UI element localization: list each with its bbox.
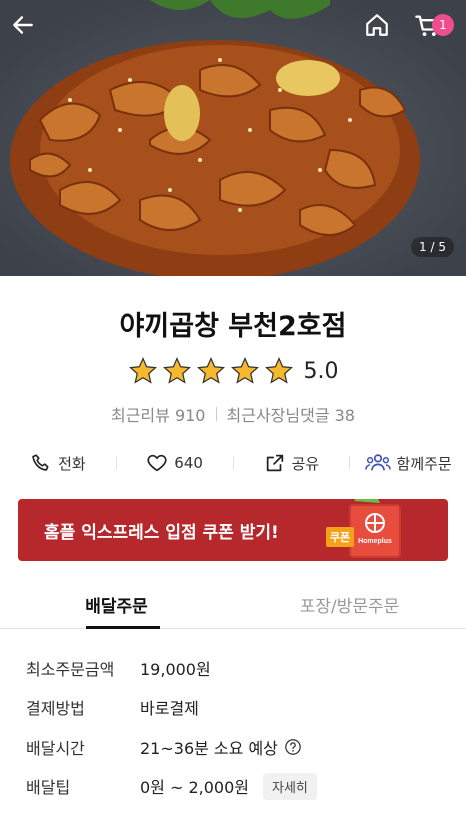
tab-delivery-order[interactable]: 배달주문: [0, 584, 233, 629]
star-icon: [128, 356, 157, 384]
star-icon: [264, 356, 293, 384]
tip-detail-button[interactable]: 자세히: [263, 772, 317, 800]
call-label: 전화: [58, 454, 86, 473]
banner-text: 홈플 익스프레스 입점 쿠폰 받기!: [44, 522, 279, 543]
delivery-time-value: 21~36분 소요 예상: [140, 738, 278, 758]
action-bar: 전화 640 공유 함께주문: [0, 446, 466, 480]
coupon-bag-illustration: Homeplus 쿠폰: [326, 499, 401, 558]
recent-review-count[interactable]: 최근리뷰 910: [111, 402, 206, 426]
home-button[interactable]: [364, 12, 404, 52]
rating-value: 5.0: [303, 358, 339, 384]
store-title: 야끼곱창 부천2호점: [119, 311, 347, 342]
home-icon: [366, 14, 388, 36]
image-counter: 1 / 5: [411, 237, 454, 257]
heart-icon: [147, 454, 167, 472]
cart-count-badge: 1: [432, 14, 454, 36]
info-value: 바로결제: [140, 699, 199, 719]
order-type-tabs: 배달주문 포장/방문주문: [0, 584, 466, 629]
info-label: 최소주문금액: [26, 659, 115, 679]
info-value: 21~36분 소요 예상: [140, 735, 302, 759]
store-hero-image[interactable]: 1 1 / 5: [0, 0, 466, 276]
delivery-tip-value: 0원 ~ 2,000원: [140, 778, 250, 798]
recent-owner-reply-count[interactable]: 최근사장님댓글 38: [227, 402, 356, 426]
coupon-banner[interactable]: 홈플 익스프레스 입점 쿠폰 받기! Homeplus 쿠폰: [18, 499, 448, 561]
group-order-button[interactable]: 함께주문: [350, 452, 466, 474]
review-summary[interactable]: 최근리뷰 910 최근사장님댓글 38: [0, 402, 466, 426]
cart-button[interactable]: 1: [414, 12, 454, 52]
homeplus-logo: Homeplus: [358, 538, 392, 545]
info-value: 0원 ~ 2,000원 자세히: [140, 772, 317, 800]
share-button[interactable]: 공유: [234, 452, 350, 474]
info-row-delivery-tip: 배달팁 0원 ~ 2,000원 자세히: [26, 767, 446, 807]
like-count: 640: [174, 454, 203, 472]
back-button[interactable]: [10, 12, 50, 52]
question-circle-icon[interactable]: [284, 738, 302, 756]
divider: [215, 407, 217, 421]
tab-pickup-order[interactable]: 포장/방문주문: [233, 584, 466, 628]
info-row-payment: 결제방법 바로결제: [26, 688, 446, 728]
info-row-min-order: 최소주문금액 19,000원: [26, 648, 446, 688]
info-row-delivery-time: 배달시간 21~36분 소요 예상: [26, 727, 446, 767]
share-label: 공유: [291, 454, 320, 473]
arrow-left-icon: [13, 16, 33, 34]
group-order-label: 함께주문: [396, 454, 452, 473]
star-icon: [162, 356, 191, 384]
delivery-info: 최소주문금액 19,000원 결제방법 바로결제 배달시간 21~36분 소요 …: [26, 648, 446, 806]
star-icon: [196, 356, 225, 384]
star-icon: [230, 356, 259, 384]
tab-label: 포장/방문주문: [299, 597, 400, 617]
phone-icon: [32, 454, 49, 471]
group-icon: [364, 454, 391, 471]
coupon-tag: 쿠폰: [330, 531, 350, 544]
call-button[interactable]: 전화: [0, 452, 116, 474]
share-icon: [266, 454, 283, 472]
rating-row: 5.0: [0, 356, 466, 386]
info-label: 배달팁: [26, 778, 71, 798]
tab-label: 배달주문: [85, 597, 148, 617]
info-label: 배달시간: [26, 738, 85, 758]
info-label: 결제방법: [26, 699, 85, 719]
info-value: 19,000원: [140, 659, 211, 679]
like-button[interactable]: 640: [117, 452, 233, 474]
